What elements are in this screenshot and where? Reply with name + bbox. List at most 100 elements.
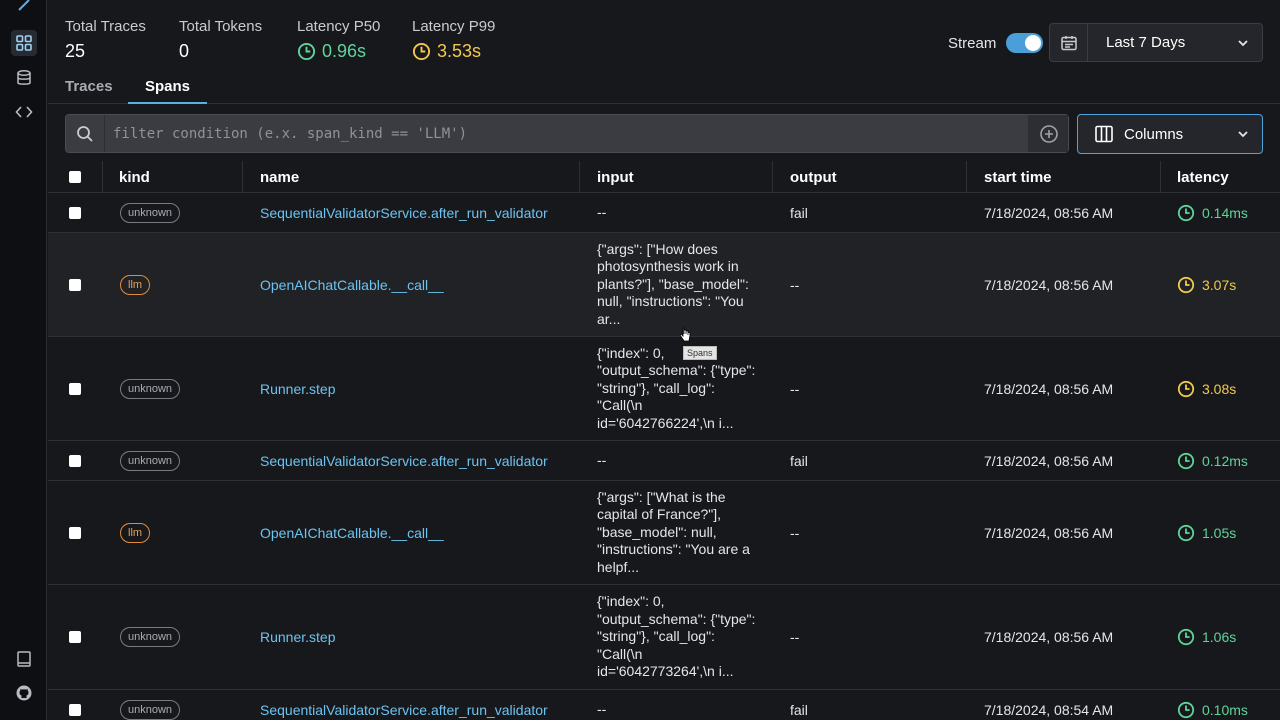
row-checkbox[interactable] — [69, 233, 81, 336]
latency-cell: 0.10ms — [1177, 690, 1248, 720]
column-header-start-time[interactable]: start time — [984, 161, 1052, 193]
latency-text: 0.14ms — [1202, 204, 1248, 221]
table-row[interactable]: unknown SequentialValidatorService.after_… — [48, 690, 1280, 720]
chevron-down-icon — [1238, 39, 1248, 46]
stat-label: Latency P99 — [412, 18, 496, 35]
column-header-input[interactable]: input — [597, 161, 634, 193]
filter-bar: filter condition (e.x. span_kind == 'LLM… — [65, 114, 1069, 153]
output-value: fail — [790, 204, 808, 221]
start-time-cell: 7/18/2024, 08:56 AM — [984, 481, 1113, 584]
stream-toggle[interactable] — [1006, 33, 1044, 53]
table-row[interactable]: unknown SequentialValidatorService.after_… — [48, 193, 1280, 233]
select-all-checkbox[interactable] — [69, 161, 81, 193]
output-cell: -- — [790, 585, 799, 689]
latency-cell: 0.12ms — [1177, 441, 1248, 480]
row-checkbox[interactable] — [69, 690, 81, 720]
span-name-link[interactable]: OpenAIChatCallable.__call__ — [260, 277, 444, 293]
clock-icon — [1177, 452, 1195, 470]
start-time-value: 7/18/2024, 08:56 AM — [984, 524, 1114, 541]
filter-input[interactable]: filter condition (e.x. span_kind == 'LLM… — [105, 115, 1028, 152]
stat-latency-p99: Latency P99 3.53s — [412, 18, 495, 62]
columns-icon — [1095, 125, 1113, 143]
table-row[interactable]: llm OpenAIChatCallable.__call__ {"args": [… — [48, 481, 1280, 585]
output-cell: fail — [790, 690, 808, 720]
start-time-cell: 7/18/2024, 08:56 AM — [984, 233, 1113, 336]
column-header-latency[interactable]: latency — [1177, 161, 1229, 193]
span-name-link[interactable]: Runner.step — [260, 381, 336, 397]
input-value: {"index": 0, "output_schema": {"type": "… — [597, 593, 756, 680]
span-name-link[interactable]: OpenAIChatCallable.__call__ — [260, 525, 444, 541]
row-checkbox[interactable] — [69, 337, 81, 440]
latency-text: 3.08s — [1202, 380, 1237, 397]
row-checkbox[interactable] — [69, 441, 81, 480]
stat-total-traces: Total Traces 25 — [65, 18, 146, 62]
stat-total-tokens: Total Tokens 0 — [179, 18, 262, 62]
start-time-value: 7/18/2024, 08:56 AM — [984, 452, 1114, 469]
database-icon[interactable] — [11, 65, 37, 91]
tab-spans[interactable]: Spans — [145, 78, 190, 95]
latency-p99-value: 3.53s — [437, 41, 482, 61]
latency-cell: 0.14ms — [1177, 193, 1248, 232]
stat-value: 0 — [179, 41, 190, 61]
input-value: {"args": ["How does photosynthesis work … — [597, 240, 749, 327]
input-value: -- — [597, 203, 607, 220]
plus-circle-icon[interactable] — [1028, 115, 1068, 152]
stream-label: Stream — [948, 34, 997, 52]
span-name-link[interactable]: SequentialValidatorService.after_run_val… — [260, 453, 548, 469]
kind-cell: unknown — [120, 690, 181, 720]
column-header-kind[interactable]: kind — [119, 161, 150, 193]
code-icon[interactable] — [11, 99, 37, 125]
span-name-link[interactable]: SequentialValidatorService.after_run_val… — [260, 205, 548, 221]
latency-value: 0.12ms — [1177, 452, 1248, 470]
book-icon[interactable] — [11, 646, 37, 672]
latency-text: 3.07s — [1202, 276, 1237, 293]
cursor-pointer-icon — [679, 327, 691, 342]
input-value: -- — [597, 700, 607, 717]
output-value: -- — [790, 276, 800, 293]
latency-value: 1.06s — [1177, 628, 1236, 646]
span-name-link[interactable]: SequentialValidatorService.after_run_val… — [260, 702, 548, 718]
table-row[interactable]: llm OpenAIChatCallable.__call__ {"args": [… — [48, 233, 1280, 337]
clock-icon — [412, 42, 431, 61]
clock-icon — [1177, 628, 1195, 646]
kind-badge: unknown — [120, 699, 181, 720]
column-header-output[interactable]: output — [790, 161, 837, 193]
dashboard-icon[interactable] — [11, 30, 37, 56]
kind-badge: unknown — [120, 450, 181, 471]
latency-value: 3.07s — [1177, 276, 1236, 294]
table-row[interactable]: unknown Runner.step {"index": 0, "output_s… — [48, 337, 1280, 441]
latency-text: 1.05s — [1202, 524, 1237, 541]
table-row[interactable]: unknown SequentialValidatorService.after_… — [48, 441, 1280, 481]
latency-cell: 1.06s — [1177, 585, 1236, 689]
tab-bar: Traces Spans — [48, 71, 1280, 104]
github-icon[interactable] — [11, 680, 37, 706]
row-checkbox[interactable] — [69, 481, 81, 584]
columns-button[interactable]: Columns — [1077, 114, 1263, 154]
output-value: -- — [790, 629, 800, 645]
kind-cell: llm — [120, 233, 151, 336]
input-cell: {"index": 0, "output_schema": {"type": "… — [597, 585, 762, 689]
output-cell: fail — [790, 193, 808, 232]
latency-p50-value: 0.96s — [322, 41, 367, 61]
start-time-cell: 7/18/2024, 08:56 AM — [984, 193, 1113, 232]
clock-icon — [1177, 701, 1195, 719]
stat-value: 25 — [65, 41, 86, 61]
date-range-select[interactable]: Last 7 Days — [1049, 23, 1263, 62]
start-time-cell: 7/18/2024, 08:56 AM — [984, 585, 1113, 689]
stat-label: Total Tokens — [179, 18, 263, 35]
table-row[interactable]: unknown Runner.step {"index": 0, "output_s… — [48, 585, 1280, 690]
search-icon — [66, 115, 105, 152]
kind-cell: llm — [120, 481, 151, 584]
stat-label: Total Traces — [65, 18, 146, 35]
input-value: -- — [597, 451, 607, 468]
tab-traces[interactable]: Traces — [65, 78, 113, 95]
table-header: kind name input output start time latenc… — [48, 161, 1280, 193]
start-time-value: 7/18/2024, 08:56 AM — [984, 629, 1114, 645]
start-time-value: 7/18/2024, 08:54 AM — [984, 701, 1114, 718]
output-value: fail — [790, 452, 808, 469]
start-time-cell: 7/18/2024, 08:54 AM — [984, 690, 1113, 720]
row-checkbox[interactable] — [69, 585, 81, 689]
row-checkbox[interactable] — [69, 193, 81, 232]
column-header-name[interactable]: name — [260, 161, 299, 193]
span-name-link[interactable]: Runner.step — [260, 629, 336, 645]
